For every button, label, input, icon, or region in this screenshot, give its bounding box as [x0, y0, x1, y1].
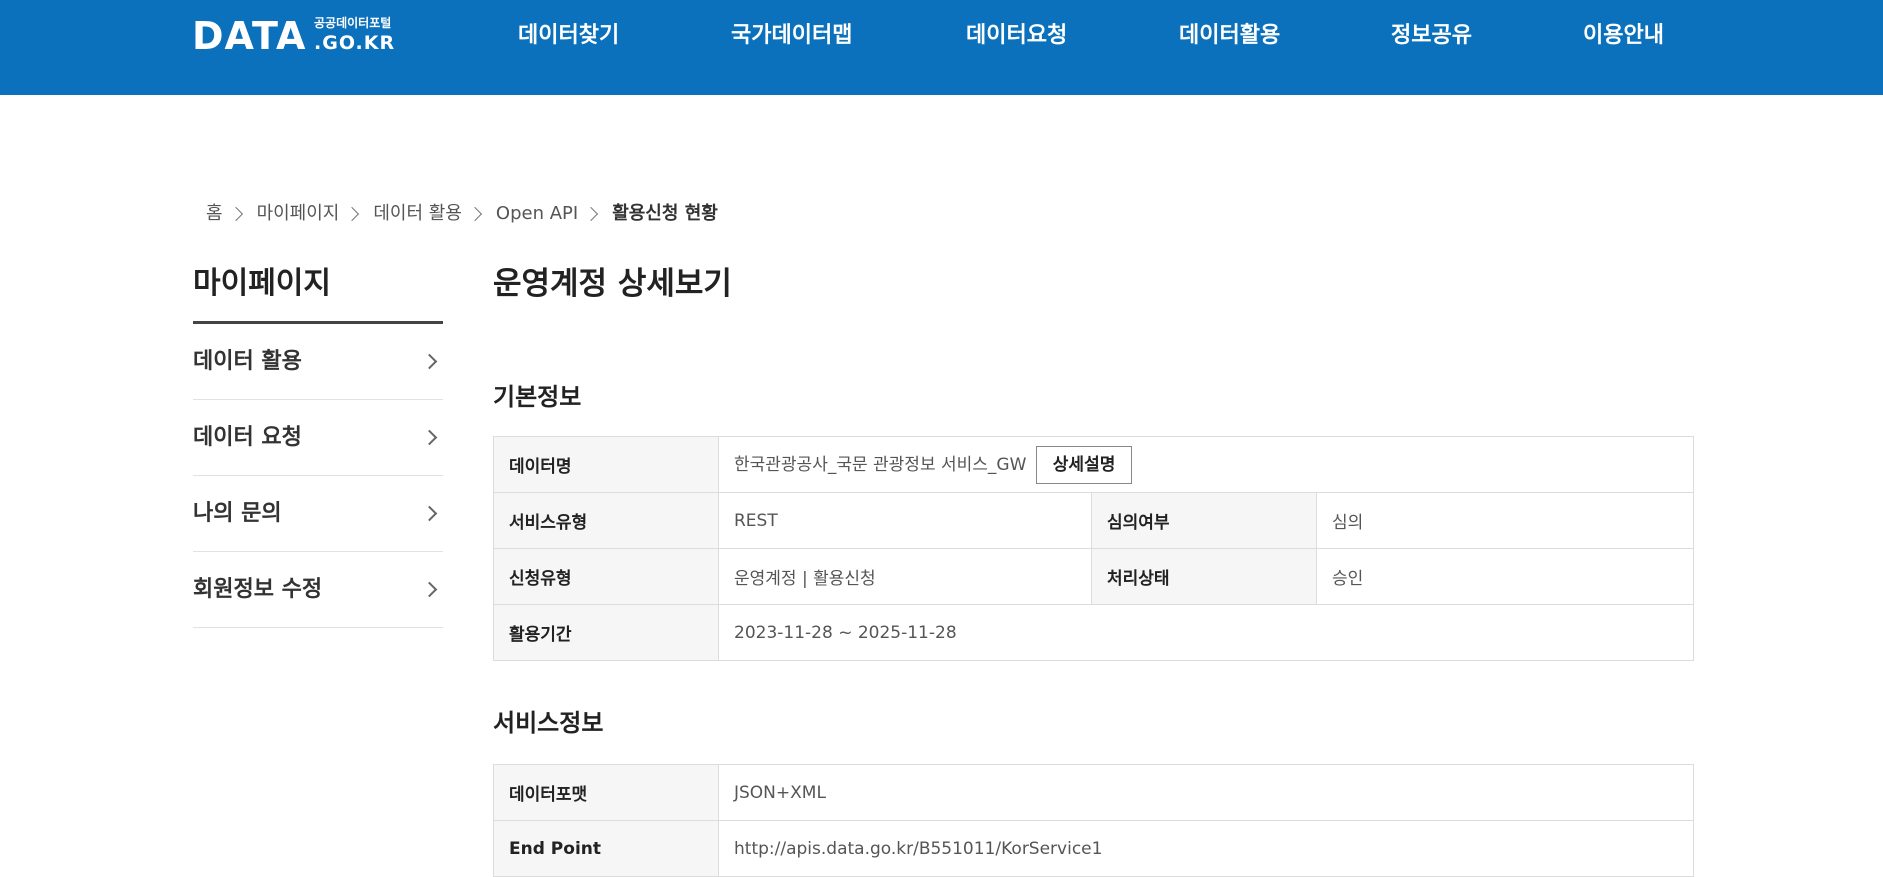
chevron-right-icon — [584, 206, 599, 222]
data-name-label: 데이터명 — [493, 436, 719, 493]
table-row: 데이터명 한국관광공사_국문 관광정보 서비스_GW 상세설명 — [493, 436, 1695, 493]
review-value: 심의 — [1315, 492, 1695, 549]
breadcrumb-mypage[interactable]: 마이페이지 — [257, 200, 340, 228]
data-name-cell: 한국관광공사_국문 관광정보 서비스_GW 상세설명 — [717, 436, 1695, 493]
data-name-value: 한국관광공사_국문 관광정보 서비스_GW — [734, 454, 1027, 475]
service-type-value: REST — [718, 492, 1092, 549]
sidebar-item-label: 데이터 요청 — [193, 425, 302, 450]
main-content: 운영계정 상세보기 기본정보 데이터명 한국관광공사_국문 관광정보 서비스_G… — [493, 262, 1695, 877]
detail-description-button[interactable]: 상세설명 — [1035, 445, 1133, 484]
apply-type-value: 운영계정 | 활용신청 — [718, 548, 1092, 605]
data-format-value: JSON+XML — [718, 764, 1694, 821]
nav-guide[interactable]: 이용안내 — [1583, 20, 1664, 52]
chevron-right-icon — [421, 429, 438, 446]
nav-national-data-map[interactable]: 국가데이터맵 — [731, 20, 852, 52]
breadcrumb-data-use[interactable]: 데이터 활용 — [373, 200, 462, 228]
chevron-right-icon — [421, 581, 438, 598]
main-nav: 데이터찾기 국가데이터맵 데이터요청 데이터활용 정보공유 이용안내 — [0, 20, 1883, 52]
sidebar-item-my-inquiry[interactable]: 나의 문의 — [193, 476, 443, 552]
sidebar-item-data-use[interactable]: 데이터 활용 — [193, 324, 443, 400]
chevron-right-icon — [421, 505, 438, 522]
service-type-label: 서비스유형 — [493, 492, 719, 549]
basic-info-table: 데이터명 한국관광공사_국문 관광정보 서비스_GW 상세설명 서비스유형 RE… — [493, 436, 1695, 661]
nav-info-share[interactable]: 정보공유 — [1391, 20, 1472, 52]
table-row: 데이터포맷 JSON+XML — [493, 764, 1694, 821]
endpoint-value: http://apis.data.go.kr/B551011/KorServic… — [718, 820, 1694, 877]
table-row: 신청유형 운영계정 | 활용신청 처리상태 승인 — [493, 548, 1695, 605]
table-row: End Point http://apis.data.go.kr/B551011… — [493, 820, 1694, 877]
service-info-title: 서비스정보 — [493, 709, 604, 737]
breadcrumb-open-api[interactable]: Open API — [496, 200, 578, 228]
nav-data-use[interactable]: 데이터활용 — [1179, 20, 1280, 52]
sidebar-item-label: 나의 문의 — [193, 501, 282, 526]
service-info-table: 데이터포맷 JSON+XML End Point http://apis.dat… — [493, 764, 1694, 877]
page-title: 운영계정 상세보기 — [493, 266, 732, 302]
chevron-right-icon — [228, 206, 243, 222]
sidebar-item-label: 회원정보 수정 — [193, 577, 323, 602]
endpoint-label: End Point — [493, 820, 719, 877]
sidebar-item-data-request[interactable]: 데이터 요청 — [193, 400, 443, 476]
sidebar-title: 마이페이지 — [193, 262, 443, 324]
status-value: 승인 — [1315, 548, 1695, 605]
basic-info-title: 기본정보 — [493, 383, 582, 411]
period-label: 활용기간 — [493, 604, 719, 661]
breadcrumb-home[interactable]: 홈 — [206, 200, 223, 228]
nav-find-data[interactable]: 데이터찾기 — [518, 20, 619, 52]
breadcrumb-current: 활용신청 현황 — [612, 203, 718, 224]
table-row: 서비스유형 REST 심의여부 심의 — [493, 492, 1695, 549]
period-value: 2023-11-28 ~ 2025-11-28 — [717, 604, 1695, 661]
data-format-label: 데이터포맷 — [493, 764, 719, 821]
chevron-right-icon — [467, 206, 482, 222]
top-header: DATA 공공데이터포털 .GO.KR 데이터찾기 국가데이터맵 데이터요청 데… — [0, 0, 1883, 95]
breadcrumb: 홈 마이페이지 데이터 활용 Open API 활용신청 현황 — [206, 200, 718, 228]
apply-type-label: 신청유형 — [493, 548, 719, 605]
sidebar-item-edit-profile[interactable]: 회원정보 수정 — [193, 552, 443, 628]
chevron-right-icon — [345, 206, 360, 222]
nav-data-request[interactable]: 데이터요청 — [966, 20, 1067, 52]
table-row: 활용기간 2023-11-28 ~ 2025-11-28 — [493, 604, 1695, 661]
chevron-right-icon — [421, 353, 438, 370]
review-label: 심의여부 — [1091, 492, 1317, 549]
sidebar: 마이페이지 데이터 활용 데이터 요청 나의 문의 회원정보 수정 — [193, 262, 443, 628]
sidebar-item-label: 데이터 활용 — [193, 349, 302, 374]
status-label: 처리상태 — [1091, 548, 1317, 605]
